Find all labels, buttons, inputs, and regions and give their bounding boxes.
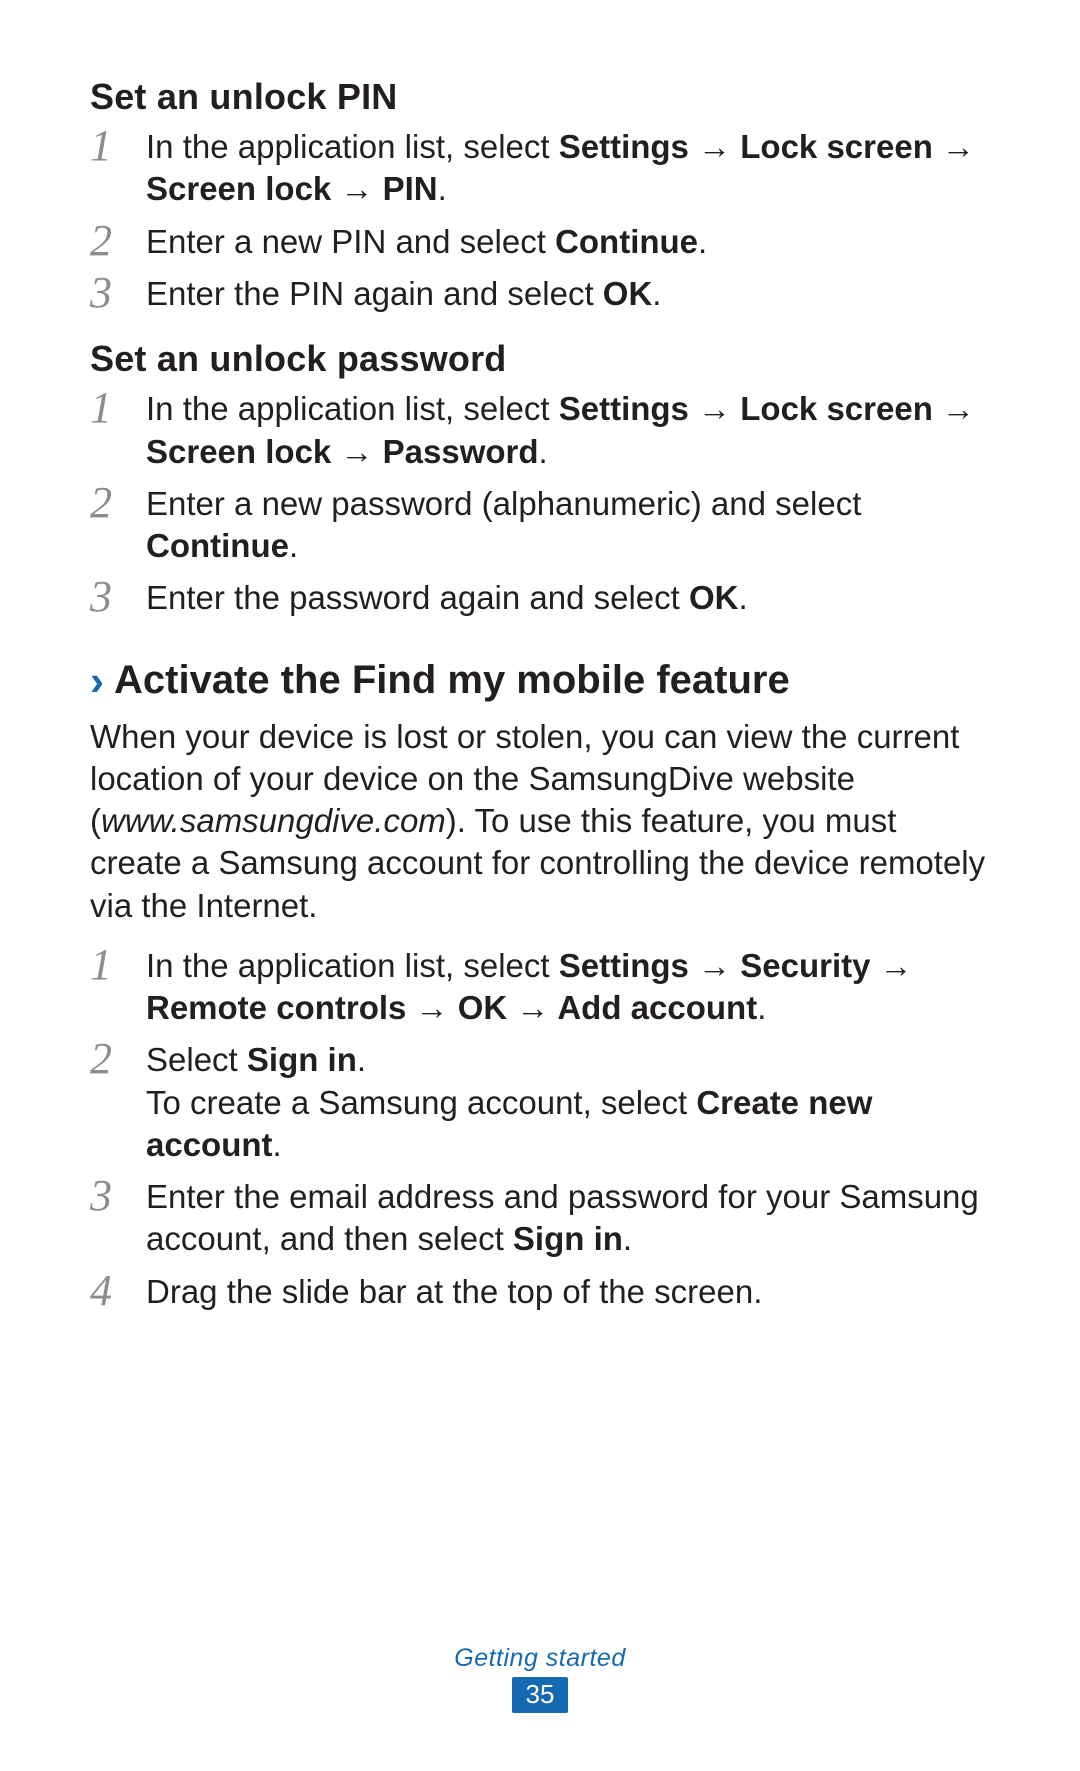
step-number: 1 <box>90 943 146 987</box>
step-text: Enter the password again and select OK. <box>146 577 748 619</box>
step-text: Drag the slide bar at the top of the scr… <box>146 1271 762 1313</box>
step-number: 4 <box>90 1269 146 1313</box>
step-number: 2 <box>90 219 146 263</box>
step-text: Enter a new PIN and select Continue. <box>146 221 707 263</box>
step-text: Enter a new password (alphanumeric) and … <box>146 483 990 567</box>
step-text: In the application list, select Settings… <box>146 388 990 472</box>
find-step-1: 1 In the application list, select Settin… <box>90 945 990 1029</box>
pin-step-3: 3 Enter the PIN again and select OK. <box>90 273 990 315</box>
heading-password: Set an unlock password <box>90 337 990 380</box>
footer-section-label: Getting started <box>0 1644 1080 1673</box>
step-text: In the application list, select Settings… <box>146 126 990 210</box>
manual-page: Set an unlock PIN 1 In the application l… <box>0 0 1080 1771</box>
step-number: 3 <box>90 1174 146 1218</box>
find-step-2: 2 Select Sign in. To create a Samsung ac… <box>90 1039 990 1166</box>
pwd-step-3: 3 Enter the password again and select OK… <box>90 577 990 619</box>
step-number: 2 <box>90 481 146 525</box>
pin-step-2: 2 Enter a new PIN and select Continue. <box>90 221 990 263</box>
step-number: 3 <box>90 575 146 619</box>
step-text: In the application list, select Settings… <box>146 945 990 1029</box>
step-text: Enter the email address and password for… <box>146 1176 990 1260</box>
section-findmymobile: ›Activate the Find my mobile feature Whe… <box>90 657 990 1312</box>
section-password: Set an unlock password 1 In the applicat… <box>90 337 990 619</box>
step-number: 2 <box>90 1037 146 1081</box>
step-number: 3 <box>90 271 146 315</box>
step-text: Select Sign in. To create a Samsung acco… <box>146 1039 990 1166</box>
pin-step-1: 1 In the application list, select Settin… <box>90 126 990 210</box>
url-text: www.samsungdive.com <box>101 802 446 839</box>
heading-pin: Set an unlock PIN <box>90 75 990 118</box>
chevron-icon: › <box>90 657 104 704</box>
page-number: 35 <box>512 1677 569 1713</box>
page-footer: Getting started 35 <box>0 1644 1080 1713</box>
heading-findmymobile: ›Activate the Find my mobile feature <box>90 657 990 705</box>
section-pin: Set an unlock PIN 1 In the application l… <box>90 75 990 315</box>
step-text: Enter the PIN again and select OK. <box>146 273 661 315</box>
findmymobile-intro: When your device is lost or stolen, you … <box>90 716 990 927</box>
pwd-step-1: 1 In the application list, select Settin… <box>90 388 990 472</box>
pwd-step-2: 2 Enter a new password (alphanumeric) an… <box>90 483 990 567</box>
step-number: 1 <box>90 386 146 430</box>
step-number: 1 <box>90 124 146 168</box>
find-step-4: 4 Drag the slide bar at the top of the s… <box>90 1271 990 1313</box>
find-step-3: 3 Enter the email address and password f… <box>90 1176 990 1260</box>
